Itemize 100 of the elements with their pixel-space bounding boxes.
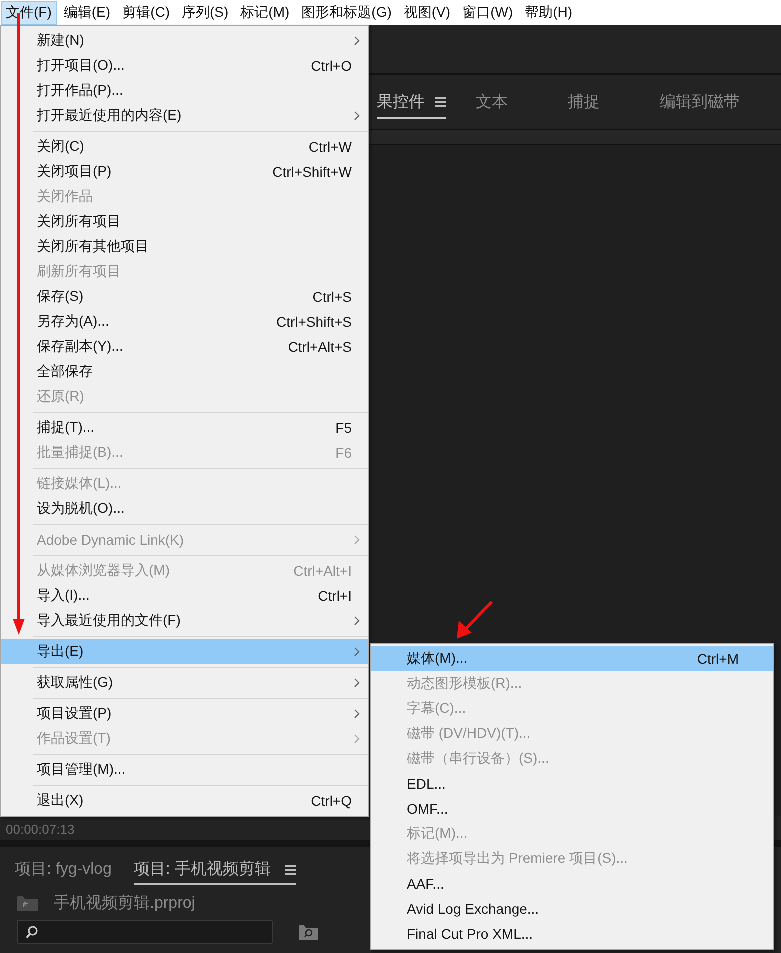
menu-icon[interactable]: [284, 864, 296, 874]
menu-bar-item[interactable]: 序列(S): [177, 0, 234, 24]
search-field[interactable]: [17, 920, 273, 944]
menu-item-label: 退出(X): [37, 792, 84, 810]
menu-item-label: 还原(R): [37, 388, 84, 406]
menu-item-label: EDL...: [407, 776, 446, 792]
menu-item[interactable]: 项目设置(P): [1, 701, 368, 726]
menu-item[interactable]: Final Cut Pro XML...: [371, 921, 773, 946]
panel-tab[interactable]: 项目: 手机视频剪辑: [134, 855, 296, 885]
menu-item-label: 从媒体浏览器导入(M): [37, 562, 170, 580]
menu-item-label: 字幕(C)...: [407, 700, 466, 718]
menu-item-label: 项目管理(M)...: [37, 760, 126, 778]
panel-tab[interactable]: 捕捉: [568, 86, 600, 118]
menu-item-label: 媒体(M)...: [407, 650, 468, 668]
menu-item-label: 设为脱机(O)...: [37, 500, 125, 518]
menu-item[interactable]: 获取属性(G): [1, 670, 368, 695]
menu-item-label: 链接媒体(L)...: [37, 474, 122, 492]
menu-item-label: 保存副本(Y)...: [37, 338, 124, 356]
menu-item[interactable]: 关闭所有其他项目: [1, 234, 368, 259]
menu-item[interactable]: 导入最近使用的文件(F): [1, 608, 368, 633]
menu-item-label: 作品设置(T): [37, 730, 111, 748]
menu-item-label: 全部保存: [37, 362, 93, 380]
menu-item[interactable]: 媒体(M)... Ctrl+M: [371, 646, 773, 671]
menu-item[interactable]: 设为脱机(O)...: [1, 496, 368, 521]
project-file-name: 手机视频剪辑.prproj: [54, 894, 196, 914]
menu-item[interactable]: 新建(N): [1, 28, 368, 53]
menu-item-label: 关闭项目(P): [37, 162, 112, 180]
shortcut-label: F5: [336, 420, 352, 436]
menu-item-label: 关闭所有项目: [37, 212, 121, 230]
annotation-arrow: [457, 600, 494, 639]
menu-item-label: OMF...: [407, 800, 448, 816]
menu-bar-item[interactable]: 剪辑(C): [118, 0, 175, 24]
menu-bar-item[interactable]: 编辑(E): [58, 0, 116, 24]
menu-item-label: 导出(E): [37, 642, 84, 660]
panel-tab[interactable]: 果控件: [377, 86, 446, 118]
menu-icon[interactable]: [435, 97, 446, 107]
menu-item[interactable]: 全部保存: [1, 359, 368, 384]
folder-icon: [17, 896, 38, 911]
shortcut-label: Ctrl+Shift+S: [276, 314, 352, 330]
menu-item[interactable]: 关闭(C) Ctrl+W: [1, 134, 368, 159]
menu-item-label: 磁带 (DV/HDV)(T)...: [407, 724, 531, 742]
menu-item-label: 标记(M)...: [407, 824, 468, 842]
menu-item[interactable]: OMF...: [371, 796, 773, 821]
menu-item-label: 批量捕捉(B)...: [37, 444, 124, 462]
menu-item[interactable]: 项目管理(M)...: [1, 757, 368, 782]
menu-item[interactable]: EDL...: [371, 771, 773, 796]
menu-bar-item[interactable]: 标记(M): [236, 0, 295, 24]
menu-item-label: 新建(N): [37, 32, 84, 50]
menu-item-label: 打开项目(O)...: [37, 56, 125, 74]
menu-bar-item[interactable]: 视图(V): [398, 0, 456, 24]
menu-item-label: 项目设置(P): [37, 704, 112, 722]
menu-item-label: Adobe Dynamic Link(K): [37, 532, 184, 548]
shortcut-label: Ctrl+M: [697, 650, 740, 666]
menu-item[interactable]: 保存(S) Ctrl+S: [1, 284, 368, 309]
menu-item[interactable]: 打开项目(O)... Ctrl+O: [1, 53, 368, 78]
menu-item[interactable]: 捕捉(T)... F5: [1, 415, 368, 440]
panel-tab[interactable]: 编辑到磁带: [660, 86, 740, 118]
shortcut-label: F6: [336, 444, 352, 460]
menu-item-label: AAF...: [407, 876, 444, 892]
menu-item-label: 打开作品(P)...: [37, 82, 124, 100]
menu-item[interactable]: 关闭所有项目: [1, 209, 368, 234]
menu-item[interactable]: 打开作品(P)...: [1, 78, 368, 103]
shortcut-label: Ctrl+Shift+W: [272, 164, 352, 180]
menu-item[interactable]: 退出(X) Ctrl+Q: [1, 788, 368, 813]
menu-item-label: Final Cut Pro XML...: [407, 926, 534, 942]
menu-item-label: 动态图形模板(R)...: [407, 674, 522, 692]
search-icon: [26, 926, 38, 938]
menu-bar-item[interactable]: 帮助(H): [520, 0, 578, 24]
menu-item-label: 关闭所有其他项目: [37, 238, 149, 256]
menu-item[interactable]: 保存副本(Y)... Ctrl+Alt+S: [1, 334, 368, 359]
shortcut-label: Ctrl+Alt+S: [288, 338, 352, 354]
shortcut-label: Ctrl+W: [308, 138, 352, 154]
menu-item[interactable]: AAF...: [371, 871, 773, 896]
menu-item[interactable]: 导出(E): [1, 639, 368, 664]
menu-item-label: 导入最近使用的文件(F): [37, 612, 181, 630]
menu-item[interactable]: Avid Log Exchange...: [371, 896, 773, 921]
menu-item[interactable]: 另存为(A)... Ctrl+Shift+S: [1, 309, 368, 334]
shortcut-label: Ctrl+Q: [311, 792, 352, 808]
menu-item[interactable]: 关闭项目(P) Ctrl+Shift+W: [1, 159, 368, 184]
menu-item-label: 打开最近使用的内容(E): [37, 106, 182, 124]
menu-item-label: 获取属性(G): [37, 674, 114, 692]
shortcut-label: Ctrl+O: [311, 58, 352, 74]
folder-search-icon[interactable]: [299, 924, 318, 940]
menu-bar-item[interactable]: 文件(F): [1, 0, 57, 24]
menu-item[interactable]: 导入(I)... Ctrl+I: [1, 583, 368, 608]
shortcut-label: Ctrl+I: [318, 588, 352, 604]
menu-item-label: 关闭作品: [37, 188, 93, 206]
menu-item-label: 将选择项导出为 Premiere 项目(S)...: [407, 850, 628, 868]
menu-item[interactable]: 打开最近使用的内容(E): [1, 103, 368, 128]
menu-bar-item[interactable]: 窗口(W): [458, 0, 518, 24]
shortcut-label: Ctrl+S: [312, 288, 352, 304]
menu-item-label: 保存(S): [37, 288, 84, 306]
menu-item-label: 导入(I)...: [37, 586, 90, 604]
shortcut-label: Ctrl+Alt+I: [294, 562, 352, 578]
panel-tab[interactable]: 文本: [476, 86, 508, 118]
panel-tab[interactable]: 项目: fyg-vlog: [15, 855, 112, 885]
timecode: 00:00:07:13: [6, 822, 75, 837]
menu-item-label: 捕捉(T)...: [37, 418, 95, 436]
menu-item-label: Avid Log Exchange...: [407, 900, 540, 916]
menu-bar-item[interactable]: 图形和标题(G): [296, 0, 397, 24]
